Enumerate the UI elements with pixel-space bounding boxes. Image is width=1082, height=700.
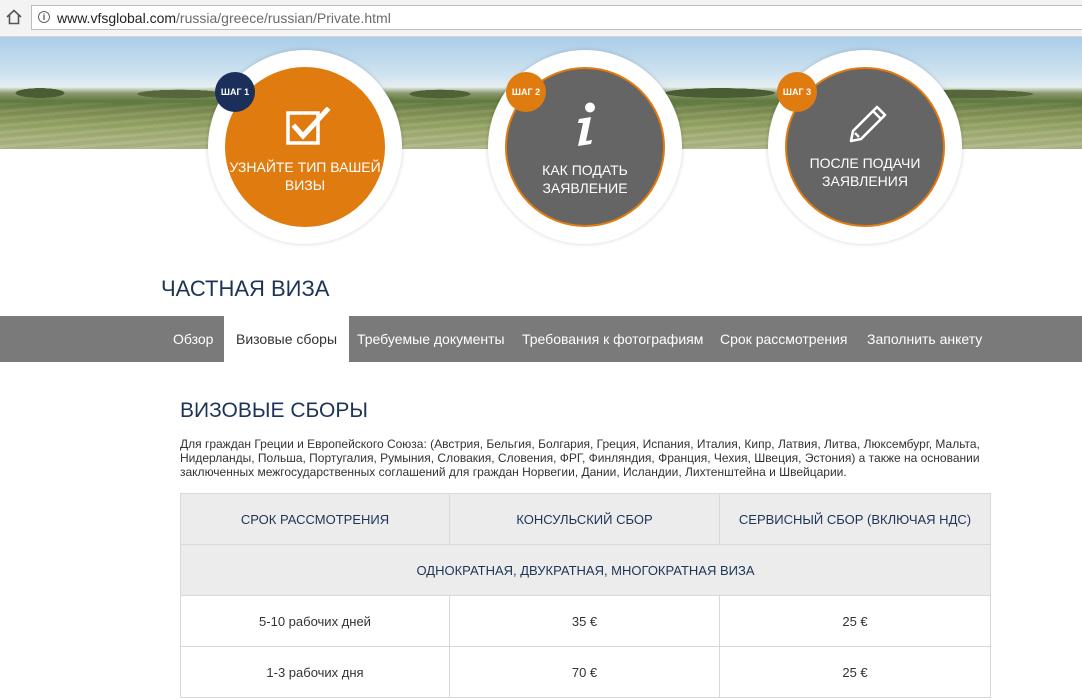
table-header-row: СРОК РАССМОТРЕНИЯ КОНСУЛЬСКИЙ СБОР СЕРВИ…: [180, 493, 991, 545]
checkbox-icon: [286, 107, 331, 145]
cell-consular-fee: 35 €: [449, 595, 720, 647]
header-consular-fee: КОНСУЛЬСКИЙ СБОР: [449, 493, 720, 545]
pencil-icon: [849, 105, 887, 143]
step-1-badge: ШАГ 1: [215, 72, 255, 112]
table-row: 1-3 рабочих дня 70 € 25 €: [180, 646, 991, 698]
url-path: /russia/greece/russian/Private.html: [176, 10, 391, 26]
section-title: ВИЗОВЫЕ СБОРЫ: [180, 399, 368, 422]
tab-fill-application[interactable]: Заполнить анкету: [867, 316, 982, 362]
tab-processing-time[interactable]: Срок рассмотрения: [720, 316, 848, 362]
cell-processing-time: 1-3 рабочих дня: [180, 646, 450, 698]
step-3-badge: ШАГ 3: [777, 72, 817, 112]
step-1-label: УЗНАЙТЕ ТИП ВАШЕЙ ВИЗЫ: [229, 159, 381, 193]
table-group-row: ОДНОКРАТНАЯ, ДВУКРАТНАЯ, МНОГОКРАТНАЯ ВИ…: [180, 544, 991, 596]
step-2-link[interactable]: КАК ПОДАТЬ ЗАЯВЛЕНИЕ ШАГ 2: [488, 50, 682, 244]
tab-navigation: Обзор Визовые сборы Требуемые документы …: [0, 316, 1082, 362]
intro-text: Для граждан Греции и Европейского Союза:…: [180, 437, 980, 479]
step-3-link[interactable]: ПОСЛЕ ПОДАЧИ ЗАЯВЛЕНИЯ ШАГ 3: [768, 50, 962, 244]
step-3-label: ПОСЛЕ ПОДАЧИ ЗАЯВЛЕНИЯ: [809, 155, 921, 189]
visa-type-group-label: ОДНОКРАТНАЯ, ДВУКРАТНАЯ, МНОГОКРАТНАЯ ВИ…: [180, 544, 991, 596]
header-processing-time: СРОК РАССМОТРЕНИЯ: [180, 493, 450, 545]
url-host: www.vfsglobal.com: [57, 10, 177, 26]
step-2-badge: ШАГ 2: [506, 72, 546, 112]
cell-consular-fee: 70 €: [449, 646, 720, 698]
tab-visa-fees[interactable]: Визовые сборы: [224, 316, 350, 362]
step-1-link[interactable]: УЗНАЙТЕ ТИП ВАШЕЙ ВИЗЫ ШАГ 1: [208, 50, 402, 244]
cell-service-fee: 25 €: [719, 595, 991, 647]
home-icon[interactable]: [5, 8, 23, 26]
tab-overview[interactable]: Обзор: [173, 316, 213, 362]
url-text: www.vfsglobal.com/russia/greece/russian/…: [57, 10, 391, 26]
site-info-icon[interactable]: i: [38, 11, 50, 23]
table-row: 5-10 рабочих дней 35 € 25 €: [180, 595, 991, 647]
header-service-fee: СЕРВИСНЫЙ СБОР (ВКЛЮЧАЯ НДС): [719, 493, 991, 545]
info-icon: [578, 102, 595, 146]
cell-service-fee: 25 €: [719, 646, 991, 698]
cell-processing-time: 5-10 рабочих дней: [180, 595, 450, 647]
tab-photo-requirements[interactable]: Требования к фотографиям: [522, 316, 703, 362]
step-2-label: КАК ПОДАТЬ ЗАЯВЛЕНИЕ: [542, 162, 628, 196]
tab-required-documents[interactable]: Требуемые документы: [357, 316, 505, 362]
browser-address-bar: i www.vfsglobal.com/russia/greece/russia…: [0, 0, 1082, 37]
url-input[interactable]: i www.vfsglobal.com/russia/greece/russia…: [31, 5, 1082, 30]
fee-table: СРОК РАССМОТРЕНИЯ КОНСУЛЬСКИЙ СБОР СЕРВИ…: [180, 493, 991, 698]
page-title: ЧАСТНАЯ ВИЗА: [161, 276, 330, 301]
